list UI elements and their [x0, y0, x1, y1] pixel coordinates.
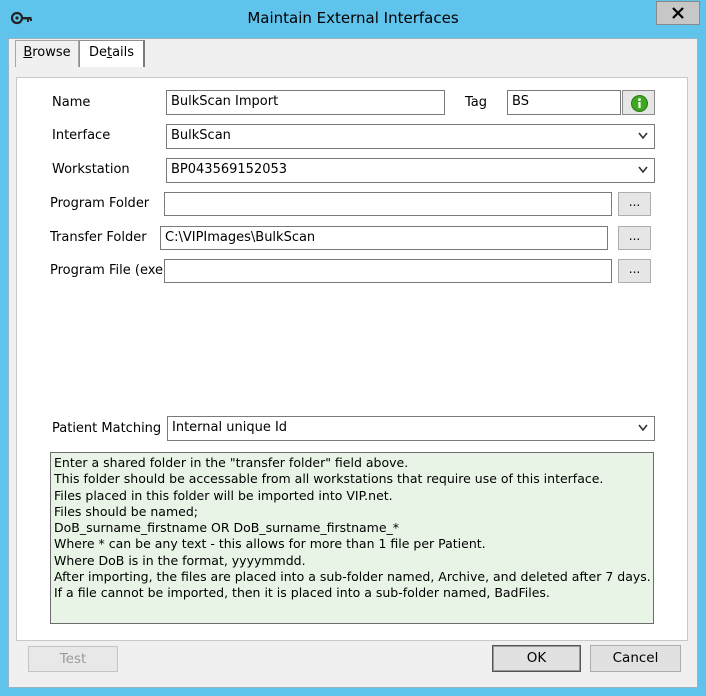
info-icon — [631, 95, 648, 112]
chevron-down-icon — [638, 132, 648, 140]
test-button[interactable]: Test — [28, 646, 118, 672]
transfer-folder-input[interactable]: C:\VIPImages\BulkScan — [160, 226, 608, 250]
instructions-line: Enter a shared folder in the "transfer f… — [54, 455, 409, 470]
instructions-line: Where * can be any text - this allows fo… — [54, 536, 486, 552]
program-file-input[interactable] — [164, 259, 612, 283]
patient-matching-select[interactable]: Internal unique Id — [167, 416, 655, 441]
window-title: Maintain External Interfaces — [247, 9, 459, 27]
interface-select[interactable]: BulkScan — [166, 124, 655, 149]
transfer-folder-browse-button[interactable]: ... — [618, 226, 651, 250]
chevron-down-icon — [638, 424, 648, 432]
chevron-down-icon — [638, 166, 648, 174]
instructions-line: After importing, the files are placed in… — [54, 569, 651, 585]
workstation-label: Workstation — [52, 162, 130, 177]
cancel-button[interactable]: Cancel — [590, 645, 681, 672]
instructions-textarea[interactable]: Enter a shared folder in the "transfer f… — [50, 452, 654, 624]
workstation-select[interactable]: BP043569152053 — [166, 158, 655, 183]
program-file-label: Program File (exe) — [50, 263, 169, 278]
program-file-browse-button[interactable]: ... — [618, 259, 651, 283]
info-button[interactable] — [622, 90, 655, 115]
transfer-folder-label: Transfer Folder — [50, 230, 147, 245]
instructions-line: If a file cannot be imported, then it is… — [54, 585, 550, 601]
close-button[interactable] — [656, 1, 700, 25]
program-folder-label: Program Folder — [50, 196, 150, 211]
program-folder-browse-button[interactable]: ... — [618, 192, 651, 216]
ok-button[interactable]: OK — [492, 645, 581, 672]
title-bar: Maintain External Interfaces — [0, 0, 706, 38]
close-icon — [672, 7, 684, 19]
tab-browse[interactable]: Browse — [15, 40, 79, 67]
instructions-line: Where DoB is in the format, yyyymmdd. — [54, 552, 306, 568]
dialog-window: Maintain External Interfaces Browse Deta… — [0, 0, 706, 696]
patient-matching-label: Patient Matching — [52, 421, 162, 436]
name-label: Name — [52, 95, 91, 110]
workstation-value: BP043569152053 — [171, 162, 288, 177]
instructions-line: Files should be named; — [54, 503, 198, 519]
instructions-line: Files placed in this folder will be impo… — [54, 487, 393, 503]
patient-matching-value: Internal unique Id — [172, 420, 288, 435]
tab-details[interactable]: Details — [79, 40, 145, 67]
tag-input[interactable]: BS — [507, 90, 621, 115]
tag-label: Tag — [465, 95, 488, 110]
program-folder-input[interactable] — [164, 192, 612, 216]
name-input[interactable]: BulkScan Import — [166, 90, 445, 115]
interface-value: BulkScan — [171, 128, 231, 143]
instructions-line: DoB_surname_firstname OR DoB_surname_fir… — [54, 520, 400, 536]
interface-label: Interface — [52, 128, 111, 143]
instructions-line: This folder should be accessable from al… — [54, 471, 604, 487]
